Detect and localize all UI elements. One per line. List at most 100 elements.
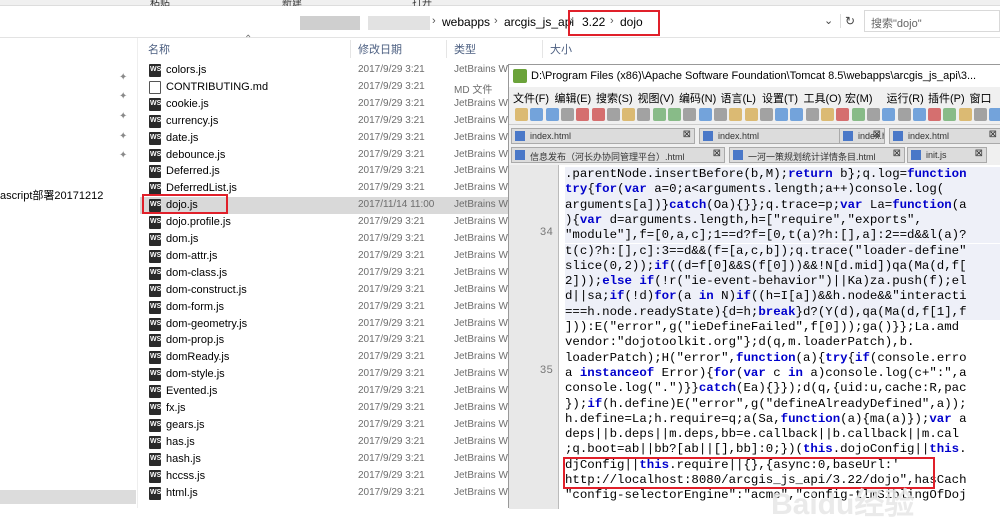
file-row[interactable]: WS dom-attr.js 2017/9/29 3:21 JetBrains W xyxy=(140,248,540,265)
menu-item-6[interactable]: 语言(L) xyxy=(721,90,756,106)
breadcrumb-arcgis-js-api[interactable]: arcgis_js_api xyxy=(504,15,574,29)
close-icon[interactable]: ⊠ xyxy=(975,148,983,159)
toolbar-button[interactable] xyxy=(790,108,804,121)
file-row[interactable]: WS dojo.profile.js 2017/9/29 3:21 JetBrains… xyxy=(140,214,540,231)
search-input[interactable]: 搜索"dojo" xyxy=(864,10,1000,32)
toolbar-button[interactable] xyxy=(851,108,865,121)
file-row[interactable]: WS currency.js 2017/9/29 3:21 JetBrains W xyxy=(140,113,540,130)
notepad-title-bar[interactable]: D:\Program Files (x86)\Apache Software F… xyxy=(509,65,1000,87)
toolbar-button[interactable] xyxy=(989,108,1000,121)
column-name[interactable]: 名称 xyxy=(148,41,170,57)
toolbar-button[interactable] xyxy=(775,108,789,121)
toolbar-button[interactable] xyxy=(668,108,681,121)
toolbar-button[interactable] xyxy=(974,108,987,121)
toolbar-button[interactable] xyxy=(683,108,697,121)
toolbar-button[interactable] xyxy=(560,108,574,121)
menu-item-4[interactable]: 视图(V) xyxy=(638,90,675,106)
file-row[interactable]: WS hash.js 2017/9/29 3:21 JetBrains W xyxy=(140,451,540,468)
file-row[interactable]: WS fx.js 2017/9/29 3:21 JetBrains W xyxy=(140,400,540,417)
close-icon[interactable]: ⊠ xyxy=(989,129,997,140)
toolbar-button[interactable] xyxy=(652,108,666,121)
file-row[interactable]: WS colors.js 2017/9/29 3:21 JetBrains W xyxy=(140,62,540,79)
file-row[interactable]: WS dom-style.js 2017/9/29 3:21 JetBrains W xyxy=(140,366,540,383)
toolbar-button[interactable] xyxy=(622,108,636,121)
file-row[interactable]: WS Evented.js 2017/9/29 3:21 JetBrains W xyxy=(140,383,540,400)
toolbar-button[interactable] xyxy=(530,108,544,121)
toolbar-button[interactable] xyxy=(637,108,651,121)
tab-index-html-4[interactable]: index.html ⊠ xyxy=(889,128,1000,144)
close-icon[interactable]: ⊠ xyxy=(713,148,721,159)
file-row[interactable]: CONTRIBUTING.md 2017/9/29 3:21 MD 文件 xyxy=(140,79,540,96)
toolbar-button[interactable] xyxy=(866,108,880,121)
column-divider[interactable] xyxy=(350,40,351,58)
close-icon[interactable]: ⊠ xyxy=(893,148,901,159)
toolbar-button[interactable] xyxy=(744,108,758,121)
menu-item-2[interactable]: 编辑(E) xyxy=(555,90,592,106)
pin-icon[interactable]: ✦ xyxy=(119,131,127,142)
toolbar-button[interactable] xyxy=(729,108,743,121)
file-row[interactable]: WS dom.js 2017/9/29 3:21 JetBrains W xyxy=(140,231,540,248)
column-type[interactable]: 类型 xyxy=(454,41,476,57)
toolbar-button[interactable] xyxy=(836,108,850,121)
chevron-down-icon[interactable]: ⌄ xyxy=(824,14,833,27)
file-row[interactable]: WS cookie.js 2017/9/29 3:21 JetBrains W xyxy=(140,96,540,113)
menu-item-12[interactable]: 窗口 xyxy=(970,90,992,106)
menu-item-11[interactable]: 插件(P) xyxy=(928,90,965,106)
selected-nav-item[interactable] xyxy=(0,490,136,504)
menu-item-10[interactable]: 运行(R) xyxy=(887,90,924,106)
code-editor[interactable]: 34 35 .parentNode.insertBefore(b,M);retu… xyxy=(509,165,1000,509)
toolbar-button[interactable] xyxy=(958,108,972,121)
file-row[interactable]: WS html.js 2017/9/29 3:21 JetBrains W xyxy=(140,485,540,502)
file-row[interactable]: WS hccss.js 2017/9/29 3:21 JetBrains W xyxy=(140,468,540,485)
tab-html-1[interactable]: 信息发布（河长办协同管理平台）.html ⊠ xyxy=(511,147,725,163)
toolbar-button[interactable] xyxy=(821,108,834,121)
menu-item-1[interactable]: 文件(F) xyxy=(513,90,549,106)
tab-index-html-1[interactable]: index.html ⊠ xyxy=(511,128,695,144)
file-row[interactable]: WS debounce.js 2017/9/29 3:21 JetBrains W xyxy=(140,147,540,164)
address-bar[interactable]: › webapps › arcgis_js_api › 3.22 › dojo … xyxy=(0,6,1000,38)
refresh-icon[interactable]: ↻ xyxy=(840,14,855,28)
column-size[interactable]: 大小 xyxy=(550,41,572,57)
menu-item-8[interactable]: 工具(O) xyxy=(804,90,842,106)
toolbar-button[interactable] xyxy=(759,108,773,121)
file-row[interactable]: WS dom-geometry.js 2017/9/29 3:21 JetBrains… xyxy=(140,316,540,333)
tab-init-js-3[interactable]: init.js ⊠ xyxy=(907,147,987,163)
file-row[interactable]: WS Deferred.js 2017/9/29 3:21 JetBrains W xyxy=(140,163,540,180)
file-row[interactable]: WS dom-prop.js 2017/9/29 3:21 JetBrains W xyxy=(140,332,540,349)
toolbar-button[interactable] xyxy=(545,108,559,121)
tab-index-html-3[interactable]: index.html⊠ xyxy=(839,128,885,144)
toolbar-button[interactable] xyxy=(576,108,590,121)
quick-access-folder[interactable]: ascript部署20171212 xyxy=(0,187,103,203)
toolbar-button[interactable] xyxy=(713,108,727,121)
column-divider[interactable] xyxy=(446,40,447,58)
menu-item-3[interactable]: 搜索(S) xyxy=(596,90,633,106)
file-row[interactable]: WS domReady.js 2017/9/29 3:21 JetBrains W xyxy=(140,349,540,366)
tab-html-2[interactable]: 一河一策规划统计详情条目.html ⊠ xyxy=(729,147,905,163)
file-row[interactable]: WS dom-form.js 2017/9/29 3:21 JetBrains W xyxy=(140,299,540,316)
file-row[interactable]: WS gears.js 2017/9/29 3:21 JetBrains W xyxy=(140,417,540,434)
column-date[interactable]: 修改日期 xyxy=(358,41,402,57)
file-row[interactable]: WS dom-construct.js 2017/9/29 3:21 JetBrain… xyxy=(140,282,540,299)
file-row[interactable]: WS date.js 2017/9/29 3:21 JetBrains W xyxy=(140,130,540,147)
column-divider[interactable] xyxy=(542,40,543,58)
toolbar-button[interactable] xyxy=(897,108,911,121)
menu-item-5[interactable]: 编码(N) xyxy=(679,90,716,106)
close-icon[interactable]: ⊠ xyxy=(873,129,881,140)
pin-icon[interactable]: ✦ xyxy=(119,72,127,83)
file-row[interactable]: WS dom-class.js 2017/9/29 3:21 JetBrains W xyxy=(140,265,540,282)
pin-icon[interactable]: ✦ xyxy=(119,111,127,122)
menu-item-7[interactable]: 设置(T) xyxy=(762,90,798,106)
close-icon[interactable]: ⊠ xyxy=(683,129,691,140)
toolbar-button[interactable] xyxy=(928,108,942,121)
toolbar-button[interactable] xyxy=(805,108,819,121)
toolbar-button[interactable] xyxy=(515,108,528,121)
toolbar-button[interactable] xyxy=(698,108,712,121)
breadcrumb-webapps[interactable]: webapps xyxy=(442,15,490,29)
toolbar-button[interactable] xyxy=(591,108,605,121)
toolbar-button[interactable] xyxy=(912,108,926,121)
toolbar-button[interactable] xyxy=(943,108,957,121)
menu-item-9[interactable]: 宏(M) xyxy=(845,90,873,106)
pin-icon[interactable]: ✦ xyxy=(119,91,127,102)
toolbar-button[interactable] xyxy=(606,108,620,121)
file-row[interactable]: WS has.js 2017/9/29 3:21 JetBrains W xyxy=(140,434,540,451)
